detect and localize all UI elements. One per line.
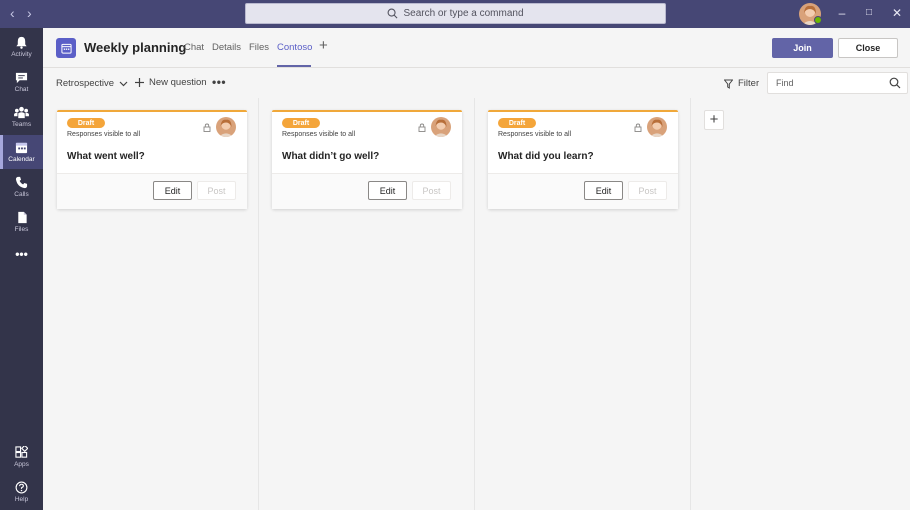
lock-icon bbox=[418, 123, 426, 132]
bell-icon bbox=[16, 36, 27, 49]
page-title: Weekly planning bbox=[84, 40, 187, 55]
view-dropdown-label: Retrospective bbox=[56, 78, 115, 89]
command-search-box[interactable]: Search or type a command bbox=[245, 3, 666, 24]
rail-item-calls[interactable]: Calls bbox=[0, 170, 43, 204]
filter-label: Filter bbox=[738, 78, 760, 89]
card-footer: Edit Post bbox=[488, 173, 678, 209]
new-question-label: New question bbox=[149, 77, 207, 88]
close-button[interactable]: Close bbox=[838, 38, 898, 58]
column-divider bbox=[474, 98, 475, 510]
help-icon bbox=[15, 481, 28, 494]
status-badge: Draft bbox=[67, 118, 105, 128]
phone-icon bbox=[15, 176, 28, 189]
lock-icon bbox=[634, 123, 642, 132]
forward-arrow-icon[interactable]: › bbox=[27, 5, 32, 21]
rail-label-calendar: Calendar bbox=[8, 156, 35, 163]
edit-button[interactable]: Edit bbox=[368, 181, 407, 200]
find-input[interactable] bbox=[776, 73, 886, 93]
column-divider bbox=[690, 98, 691, 510]
rail-item-chat[interactable]: Chat bbox=[0, 65, 43, 99]
back-arrow-icon[interactable]: ‹ bbox=[10, 5, 15, 21]
chevron-down-icon bbox=[119, 81, 128, 86]
more-apps-icon[interactable]: ••• bbox=[0, 237, 43, 271]
minimize-icon[interactable]: – bbox=[835, 6, 849, 20]
rail-label-apps: Apps bbox=[14, 461, 29, 468]
more-options-icon[interactable]: ••• bbox=[212, 75, 226, 89]
edit-button[interactable]: Edit bbox=[584, 181, 623, 200]
column-divider bbox=[258, 98, 259, 510]
add-tab-icon[interactable]: + bbox=[319, 38, 328, 54]
rail-item-help[interactable]: Help bbox=[0, 475, 43, 509]
meeting-header: Weekly planning Chat Details Files Conto… bbox=[43, 28, 910, 68]
board-toolbar: Retrospective New question ••• Filter bbox=[43, 69, 910, 98]
view-dropdown[interactable]: Retrospective bbox=[56, 78, 128, 89]
question-card[interactable]: Draft Responses visible to all What went… bbox=[57, 110, 247, 209]
post-button[interactable]: Post bbox=[412, 181, 451, 200]
visibility-text: Responses visible to all bbox=[282, 131, 356, 138]
presence-indicator bbox=[814, 16, 822, 24]
rail-label-calls: Calls bbox=[14, 191, 29, 198]
card-footer: Edit Post bbox=[272, 173, 462, 209]
author-avatar bbox=[647, 117, 667, 137]
post-button[interactable]: Post bbox=[197, 181, 236, 200]
calendar-icon bbox=[15, 142, 28, 154]
search-icon bbox=[388, 8, 398, 19]
rail-item-files[interactable]: Files bbox=[0, 205, 43, 239]
tab-files[interactable]: Files bbox=[249, 42, 269, 53]
maximize-icon[interactable]: □ bbox=[862, 6, 876, 20]
app-rail: Activity Chat Teams Calendar Calls Files… bbox=[0, 28, 43, 510]
author-avatar bbox=[216, 117, 236, 137]
filter-icon bbox=[724, 79, 733, 89]
tab-contoso[interactable]: Contoso bbox=[277, 42, 312, 53]
new-question-button[interactable]: New question bbox=[135, 77, 207, 88]
card-footer: Edit Post bbox=[57, 173, 247, 209]
search-icon[interactable] bbox=[889, 77, 901, 89]
close-window-icon[interactable]: ✕ bbox=[890, 6, 904, 20]
status-badge: Draft bbox=[282, 118, 320, 128]
question-card[interactable]: Draft Responses visible to all What didn… bbox=[272, 110, 462, 209]
lock-icon bbox=[203, 123, 211, 132]
rail-label-files: Files bbox=[14, 226, 29, 233]
command-search-placeholder: Search or type a command bbox=[403, 8, 524, 19]
question-card[interactable]: Draft Responses visible to all What did … bbox=[488, 110, 678, 209]
question-title: What didn’t go well? bbox=[282, 151, 380, 162]
status-badge: Draft bbox=[498, 118, 536, 128]
main-area: Weekly planning Chat Details Files Conto… bbox=[43, 28, 910, 510]
tab-chat[interactable]: Chat bbox=[184, 42, 204, 53]
teams-icon bbox=[14, 106, 29, 119]
rail-label-teams: Teams bbox=[11, 121, 32, 128]
rail-label-chat: Chat bbox=[14, 86, 29, 93]
title-bar: ‹ › Search or type a command – □ ✕ bbox=[0, 0, 910, 28]
question-title: What went well? bbox=[67, 151, 145, 162]
plus-icon bbox=[135, 78, 144, 87]
visibility-text: Responses visible to all bbox=[498, 131, 572, 138]
post-button[interactable]: Post bbox=[628, 181, 667, 200]
rail-item-apps[interactable]: Apps bbox=[0, 440, 43, 474]
edit-button[interactable]: Edit bbox=[153, 181, 192, 200]
rail-item-calendar[interactable]: Calendar bbox=[0, 135, 43, 169]
join-button[interactable]: Join bbox=[772, 38, 833, 58]
visibility-text: Responses visible to all bbox=[67, 131, 141, 138]
chat-icon bbox=[15, 72, 28, 84]
author-avatar bbox=[431, 117, 451, 137]
filter-button[interactable]: Filter bbox=[724, 78, 759, 89]
apps-icon bbox=[15, 446, 28, 458]
add-question-icon[interactable]: + bbox=[704, 110, 724, 130]
find-field[interactable] bbox=[767, 72, 908, 94]
question-title: What did you learn? bbox=[498, 151, 594, 162]
active-tab-indicator bbox=[277, 65, 311, 67]
rail-item-activity[interactable]: Activity bbox=[0, 30, 43, 64]
file-icon bbox=[17, 211, 27, 224]
meeting-calendar-icon bbox=[56, 38, 76, 58]
rail-label-activity: Activity bbox=[11, 51, 32, 58]
rail-label-help: Help bbox=[14, 496, 29, 503]
rail-item-teams[interactable]: Teams bbox=[0, 100, 43, 134]
tab-details[interactable]: Details bbox=[212, 42, 241, 53]
